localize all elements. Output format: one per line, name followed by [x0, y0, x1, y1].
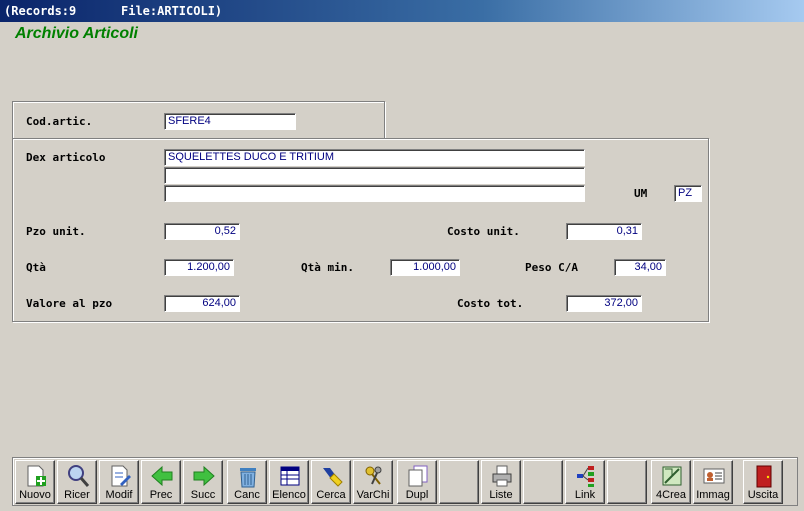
qta-label: Qtà [26, 261, 46, 274]
edit-document-icon [111, 465, 131, 487]
dex-articolo-label: Dex articolo [26, 151, 106, 164]
keys-icon [365, 466, 382, 485]
network-link-icon [577, 466, 594, 487]
canc-label: Canc [234, 489, 260, 501]
modif-button[interactable]: Modif [99, 460, 139, 504]
canc-button[interactable]: Canc [227, 460, 267, 504]
varchi-button[interactable]: VarChi [353, 460, 393, 504]
ricer-label: Ricer [64, 489, 90, 501]
uscita-label: Uscita [747, 489, 779, 501]
modif-label: Modif [105, 489, 133, 501]
magnifier-icon [68, 465, 90, 487]
dex-line-2-field[interactable] [164, 167, 585, 184]
dupl-button[interactable]: Dupl [397, 460, 437, 504]
drafting-icon [662, 466, 682, 486]
file-name: File:ARTICOLI) [121, 4, 223, 18]
liste-button[interactable]: Liste [481, 460, 521, 504]
costo-unit-label: Costo unit. [447, 225, 520, 238]
trash-icon [240, 468, 256, 488]
nuovo-label: Nuovo [19, 489, 51, 501]
uscita-button[interactable]: Uscita [743, 460, 783, 504]
succ-button[interactable]: Succ [183, 460, 223, 504]
elenco-label: Elenco [272, 489, 306, 501]
immag-button[interactable]: Immag [693, 460, 733, 504]
costo-unit-field[interactable]: 0,31 [566, 223, 642, 240]
empty-button-3[interactable] [607, 460, 647, 504]
varchi-label: VarChi [356, 489, 390, 501]
arrow-left-icon [151, 465, 173, 487]
crea4-label: 4Crea [656, 489, 686, 501]
dex-line-3-field[interactable] [164, 185, 585, 202]
dex-line-1-field[interactable]: SQUELETTES DUCO E TRITIUM [164, 149, 585, 166]
flashlight-icon [323, 468, 343, 487]
um-field[interactable]: PZ [674, 185, 702, 202]
printer-icon [492, 465, 512, 487]
valore-label: Valore al pzo [26, 297, 113, 310]
ricer-button[interactable]: Ricer [57, 460, 97, 504]
nuovo-button[interactable]: Nuovo [15, 460, 55, 504]
table-list-icon [280, 466, 300, 486]
new-record-icon [27, 465, 46, 487]
qta-field[interactable]: 1.200,00 [164, 259, 234, 276]
exit-door-icon [756, 465, 772, 488]
qta-min-field[interactable]: 1.000,00 [390, 259, 460, 276]
empty-button-2[interactable] [523, 460, 563, 504]
empty-button-1[interactable] [439, 460, 479, 504]
pzo-unit-field[interactable]: 0,52 [164, 223, 240, 240]
cerca-label: Cerca [316, 489, 346, 501]
crea4-button[interactable]: 4Crea [651, 460, 691, 504]
liste-label: Liste [489, 489, 513, 501]
cod-artic-label: Cod.artic. [26, 115, 93, 128]
link-button[interactable]: Link [565, 460, 605, 504]
costo-tot-label: Costo tot. [457, 297, 524, 310]
cerca-button[interactable]: Cerca [311, 460, 351, 504]
link-label: Link [574, 489, 596, 501]
prec-button[interactable]: Prec [141, 460, 181, 504]
valore-field[interactable]: 624,00 [164, 295, 240, 312]
records-count: (Records:9 [4, 4, 77, 18]
costo-tot-field[interactable]: 372,00 [566, 295, 642, 312]
page-title: Archivio Articoli [15, 25, 138, 42]
elenco-button[interactable]: Elenco [269, 460, 309, 504]
qta-min-label: Qtà min. [301, 261, 354, 274]
peso-label: Peso C/A [525, 261, 578, 274]
title-bar: (Records:9 File:ARTICOLI) [0, 0, 804, 22]
succ-label: Succ [190, 489, 216, 501]
id-card-icon [703, 468, 725, 484]
prec-label: Prec [149, 489, 173, 501]
duplicate-icon [408, 465, 428, 487]
dupl-label: Dupl [405, 489, 429, 501]
cod-artic-field[interactable]: SFERE4 [164, 113, 296, 130]
um-label: UM [634, 187, 648, 200]
immag-label: Immag [696, 489, 730, 501]
arrow-right-icon [193, 465, 215, 487]
pzo-unit-label: Pzo unit. [26, 225, 86, 238]
peso-field[interactable]: 34,00 [614, 259, 666, 276]
